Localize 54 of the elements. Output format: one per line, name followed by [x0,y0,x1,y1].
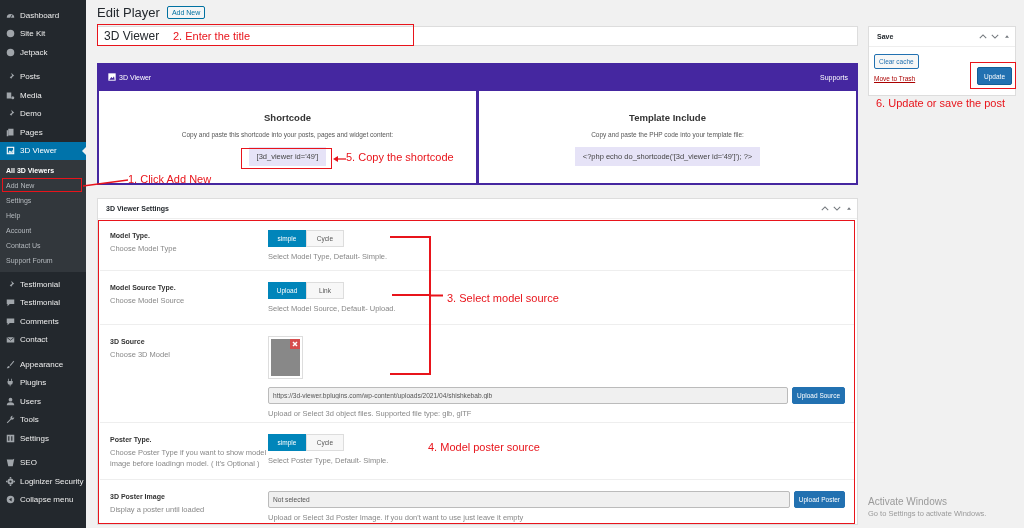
plug-icon [6,378,15,388]
circle-icon [6,47,15,57]
triangle-up-icon[interactable] [1005,35,1009,38]
brush-icon [6,359,15,369]
annotation-label: 4. Model poster source [428,441,540,454]
menu-item[interactable]: Site Kit [0,24,86,43]
chevron-down-icon[interactable] [833,206,841,211]
menu-item[interactable]: Appearance [0,355,86,374]
menu-item[interactable]: Media [0,86,86,105]
chevron-up-icon[interactable] [821,206,829,211]
card-title: Template Include [629,112,706,123]
menu-item[interactable]: Contact [0,330,86,349]
remove-icon[interactable] [290,339,300,349]
sliders-icon [6,433,15,443]
gear-icon [6,476,15,486]
menu-item[interactable]: Users [0,392,86,411]
pages-icon [6,127,15,137]
annotation-label: 1. Click Add New [128,173,212,186]
card-title: Shortcode [264,112,311,123]
user-icon [6,396,15,406]
chevron-up-icon[interactable] [979,34,987,39]
activation-notice-title: Activate Windows [868,496,948,507]
menu-item[interactable]: Pages [0,123,86,142]
envelope-icon [6,335,15,345]
menu-item[interactable]: Loginizer Security [0,472,86,491]
wrench-icon [6,415,15,425]
menu-item[interactable]: Comments [0,312,86,331]
page-title: Edit Player [97,4,160,20]
annotation-label: 5. Copy the shortcode [346,151,454,164]
menu-item[interactable]: Dashboard [0,6,86,25]
menu-item[interactable]: Tools [0,410,86,429]
annotation-label: 2. Enter the title [173,30,251,43]
image-icon [108,73,116,81]
chevron-down-icon[interactable] [991,34,999,39]
pointer-arrow [333,155,346,163]
menu-item[interactable]: 3D Viewer [0,141,86,160]
menu-item[interactable]: Testimonial [0,275,86,294]
menu-item[interactable]: Plugins [0,373,86,392]
menu-item[interactable]: SEO [0,453,86,472]
annotation-label: 6. Update or save the post [876,97,1006,110]
menu-item[interactable]: Jetpack [0,43,86,62]
menu-item[interactable]: Demo [0,104,86,123]
menu-item[interactable]: Posts [0,67,86,86]
circle-icon [6,29,15,39]
menu-item[interactable]: Testimonial [0,293,86,312]
viewer-icon [6,146,15,156]
collapse-icon [6,495,15,505]
triangle-up-icon[interactable] [847,207,851,210]
media-icon [6,90,15,100]
menu-item[interactable]: Collapse menu [0,490,86,509]
menu-item[interactable]: Settings [0,429,86,448]
highlight-frame [970,62,1016,89]
annotation-label: 3. Select model source [447,292,559,305]
leader-line [431,294,443,297]
